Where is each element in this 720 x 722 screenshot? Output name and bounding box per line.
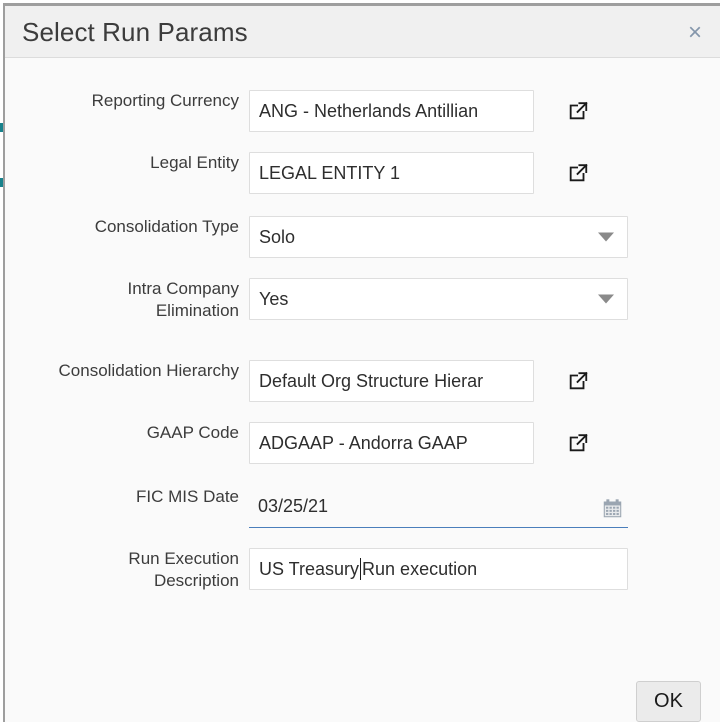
- field-row-run-execution-description: Run Execution Description US Treasury Ru…: [5, 548, 720, 592]
- ok-button[interactable]: OK: [636, 681, 701, 722]
- select-run-params-dialog: Select Run Params × Reporting Currency A…: [3, 3, 720, 722]
- external-link-icon[interactable]: [563, 366, 593, 396]
- field-label-fic-mis-date: FIC MIS Date: [136, 487, 239, 506]
- field-label-line2: Description: [153, 571, 239, 590]
- reporting-currency-input[interactable]: ANG - Netherlands Antillian: [249, 90, 534, 132]
- consolidation-hierarchy-input[interactable]: Default Org Structure Hierar: [249, 360, 534, 402]
- field-label-run-execution-description: Run Execution Description: [5, 548, 239, 592]
- text-caret: [360, 558, 362, 580]
- field-row-gaap-code: GAAP Code ADGAAP - Andorra GAAP: [5, 422, 720, 466]
- dialog-header: Select Run Params ×: [5, 6, 720, 58]
- field-label-line1: Intra Company: [127, 279, 240, 298]
- legal-entity-input[interactable]: LEGAL ENTITY 1: [249, 152, 534, 194]
- field-label-consolidation-hierarchy: Consolidation Hierarchy: [58, 361, 239, 380]
- field-row-consolidation-hierarchy: Consolidation Hierarchy Default Org Stru…: [5, 360, 720, 404]
- close-icon[interactable]: ×: [682, 20, 708, 46]
- external-link-icon[interactable]: [563, 158, 593, 188]
- dialog-title: Select Run Params: [22, 17, 248, 47]
- field-row-consolidation-type: Consolidation Type Solo: [5, 216, 720, 260]
- calendar-icon[interactable]: [597, 493, 627, 523]
- consolidation-type-value: Solo: [259, 226, 296, 247]
- run-execution-description-text-after-caret: Run execution: [362, 558, 478, 579]
- fic-mis-date-input[interactable]: 03/25/21: [249, 486, 628, 528]
- intra-company-elimination-select[interactable]: Yes: [249, 278, 628, 320]
- field-label-intra-company-elimination: Intra Company Elimination: [5, 278, 240, 322]
- external-link-icon[interactable]: [563, 96, 593, 126]
- field-label-gaap-code: GAAP Code: [146, 423, 239, 442]
- field-label-reporting-currency: Reporting Currency: [91, 91, 239, 110]
- consolidation-type-select[interactable]: Solo: [249, 216, 628, 258]
- field-row-reporting-currency: Reporting Currency ANG - Netherlands Ant…: [5, 90, 720, 134]
- field-row-intra-company-elimination: Intra Company Elimination Yes: [5, 278, 720, 322]
- field-label-line2: Elimination: [155, 301, 239, 320]
- gaap-code-input[interactable]: ADGAAP - Andorra GAAP: [249, 422, 534, 464]
- run-execution-description-input[interactable]: US Treasury Run execution: [249, 548, 628, 590]
- field-label-line1: Run Execution: [128, 549, 239, 568]
- dialog-footer: OK: [5, 662, 720, 722]
- field-label-legal-entity: Legal Entity: [150, 153, 239, 172]
- external-link-icon[interactable]: [563, 428, 593, 458]
- field-row-fic-mis-date: FIC MIS Date 03/25/21: [5, 486, 720, 530]
- chevron-down-icon: [598, 232, 614, 242]
- field-label-consolidation-type: Consolidation Type: [94, 217, 239, 236]
- run-execution-description-text-before-caret: US Treasury: [259, 558, 360, 579]
- field-row-legal-entity: Legal Entity LEGAL ENTITY 1: [5, 152, 720, 196]
- dialog-body: Reporting Currency ANG - Netherlands Ant…: [5, 58, 720, 662]
- intra-company-elimination-value: Yes: [259, 288, 289, 309]
- chevron-down-icon: [598, 294, 614, 304]
